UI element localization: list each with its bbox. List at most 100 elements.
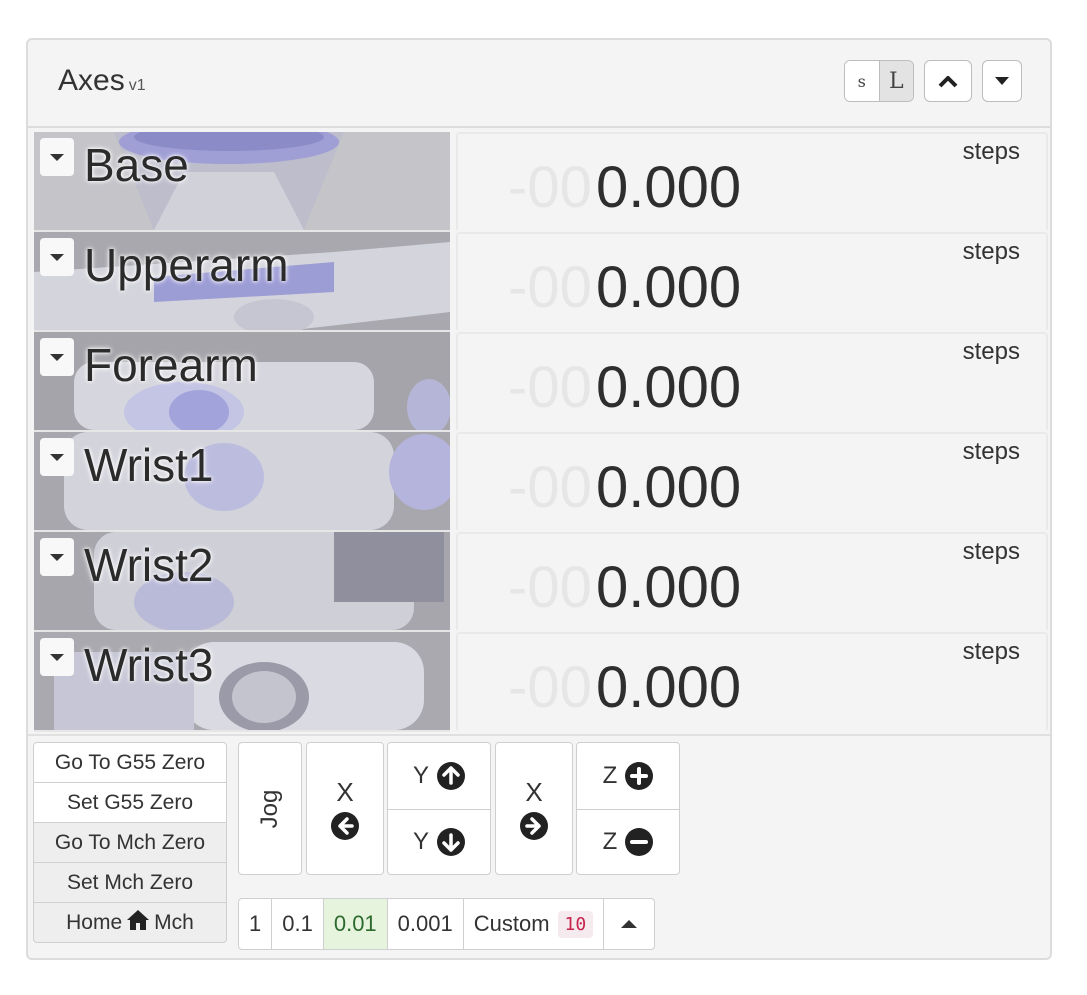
axis-unit: steps <box>962 538 1020 565</box>
axis-unit: steps <box>962 338 1020 365</box>
axis-value-base: -00 0.000 steps <box>456 132 1048 230</box>
axis-row-wrist1: Wrist1 -00 0.000 steps <box>34 432 1048 532</box>
axis-menu-button[interactable] <box>40 338 74 376</box>
axis-name: Wrist3 <box>84 639 214 691</box>
axis-value-upperarm: -00 0.000 steps <box>456 232 1048 330</box>
axis-value-number: 0.000 <box>596 355 742 420</box>
custom-label: Custom <box>473 911 550 936</box>
caret-down-icon <box>995 77 1009 85</box>
zero-button-group: Go To G55 Zero Set G55 Zero Go To Mch Ze… <box>33 742 227 943</box>
panel-version: v1 <box>128 77 146 94</box>
axis-unit: steps <box>962 638 1020 665</box>
axis-value-ghost: -00 <box>508 655 592 720</box>
axis-value-wrist3: -00 0.000 steps <box>456 632 1048 730</box>
jog-z-plus-button[interactable]: Z <box>577 743 679 810</box>
axis-value-number: 0.000 <box>596 555 742 620</box>
set-mch-zero-button[interactable]: Set Mch Zero <box>33 862 227 903</box>
home-mch-button[interactable]: Home Mch <box>33 902 227 943</box>
plus-circle-icon <box>625 761 654 790</box>
z-label: Z <box>602 828 618 856</box>
panel-title: Axes v1 <box>58 64 146 98</box>
size-large-button[interactable]: L <box>879 61 913 101</box>
axis-menu-button[interactable] <box>40 138 74 176</box>
axis-menu-button[interactable] <box>40 238 74 276</box>
y-label: Y <box>412 828 429 856</box>
jog-z-minus-button[interactable]: Z <box>577 810 679 876</box>
arrow-circle-left-icon <box>331 812 359 840</box>
axis-row-upperarm: Upperarm -00 0.000 steps <box>34 232 1048 332</box>
step-option-0-001[interactable]: 0.001 <box>388 899 464 949</box>
chevron-up-icon <box>938 76 958 88</box>
custom-value: 10 <box>557 910 594 938</box>
y-label: Y <box>412 761 429 789</box>
jog-y-minus-button[interactable]: Y <box>388 810 490 876</box>
arrow-circle-up-icon <box>437 761 465 790</box>
axis-value-ghost: -00 <box>508 455 592 520</box>
goto-mch-zero-button[interactable]: Go To Mch Zero <box>33 822 227 863</box>
axis-name: Base <box>84 139 189 191</box>
jog-x-minus-button[interactable]: X <box>306 742 384 875</box>
axis-value-ghost: -00 <box>508 355 592 420</box>
axis-value-ghost: -00 <box>508 255 592 320</box>
arrow-circle-down-icon <box>437 828 465 857</box>
axis-menu-button[interactable] <box>40 538 74 576</box>
panel-menu-button[interactable] <box>982 60 1022 102</box>
jog-z-group: Z Z <box>576 742 680 875</box>
jog-y-group: Y Y <box>387 742 491 875</box>
axis-row-wrist3: Wrist3 -00 0.000 steps <box>34 632 1048 732</box>
axis-row-base: Base -00 0.000 steps <box>34 132 1048 232</box>
axis-image-upperarm: Upperarm <box>34 232 450 332</box>
axis-value-ghost: -00 <box>508 555 592 620</box>
step-size-selector: 1 0.1 0.01 0.001 Custom 10 <box>238 898 656 950</box>
panel-title-text: Axes <box>58 64 125 97</box>
x-label: X <box>336 777 354 807</box>
axis-image-wrist3: Wrist3 <box>34 632 450 732</box>
step-option-0-01[interactable]: 0.01 <box>323 899 388 949</box>
minus-circle-icon <box>625 828 654 857</box>
axis-image-forearm: Forearm <box>34 332 450 432</box>
step-option-0-1[interactable]: 0.1 <box>272 899 324 949</box>
goto-g55-zero-button[interactable]: Go To G55 Zero <box>33 742 227 783</box>
set-g55-zero-button[interactable]: Set G55 Zero <box>33 782 227 823</box>
axis-value-wrist1: -00 0.000 steps <box>456 432 1048 530</box>
axis-value-number: 0.000 <box>596 255 742 320</box>
axis-image-base: Base <box>34 132 450 232</box>
collapse-button[interactable] <box>924 60 972 102</box>
axis-value-number: 0.000 <box>596 155 742 220</box>
axis-image-wrist1: Wrist1 <box>34 432 450 532</box>
caret-up-icon <box>621 920 638 928</box>
z-label: Z <box>602 761 618 789</box>
axes-panel: Axes v1 s L Base -00 0.000 steps Upperar… <box>26 38 1052 960</box>
jog-toggle-button[interactable]: Jog <box>238 742 302 875</box>
axis-name: Upperarm <box>84 239 289 291</box>
axis-unit: steps <box>962 138 1020 165</box>
axis-name: Wrist2 <box>84 539 214 591</box>
axis-rows: Base -00 0.000 steps Upperarm -00 0.000 … <box>34 132 1048 732</box>
jog-x-plus-button[interactable]: X <box>495 742 573 875</box>
axis-row-forearm: Forearm -00 0.000 steps <box>34 332 1048 432</box>
jog-label: Jog <box>256 789 283 828</box>
axis-value-forearm: -00 0.000 steps <box>456 332 1048 430</box>
axis-image-wrist2: Wrist2 <box>34 532 450 632</box>
step-option-custom[interactable]: Custom 10 <box>464 899 605 949</box>
axis-unit: steps <box>962 438 1020 465</box>
jog-y-plus-button[interactable]: Y <box>388 743 490 810</box>
step-option-1[interactable]: 1 <box>239 899 273 949</box>
axis-menu-button[interactable] <box>40 638 74 676</box>
panel-header: Axes v1 s L <box>28 40 1050 128</box>
axis-menu-button[interactable] <box>40 438 74 476</box>
arrow-circle-right-icon <box>520 812 548 840</box>
axis-value-ghost: -00 <box>508 155 592 220</box>
axis-unit: steps <box>962 238 1020 265</box>
size-toggle: s L <box>844 60 914 102</box>
axis-name: Wrist1 <box>84 439 214 491</box>
x-label: X <box>525 777 543 807</box>
step-menu-button[interactable] <box>604 899 654 949</box>
jog-footer: Go To G55 Zero Set G55 Zero Go To Mch Ze… <box>28 734 1050 958</box>
home-icon <box>126 909 150 937</box>
size-small-button[interactable]: s <box>845 61 880 101</box>
axis-value-number: 0.000 <box>596 455 742 520</box>
axis-row-wrist2: Wrist2 -00 0.000 steps <box>34 532 1048 632</box>
mch-label: Mch <box>154 910 194 934</box>
axis-name: Forearm <box>84 339 258 391</box>
